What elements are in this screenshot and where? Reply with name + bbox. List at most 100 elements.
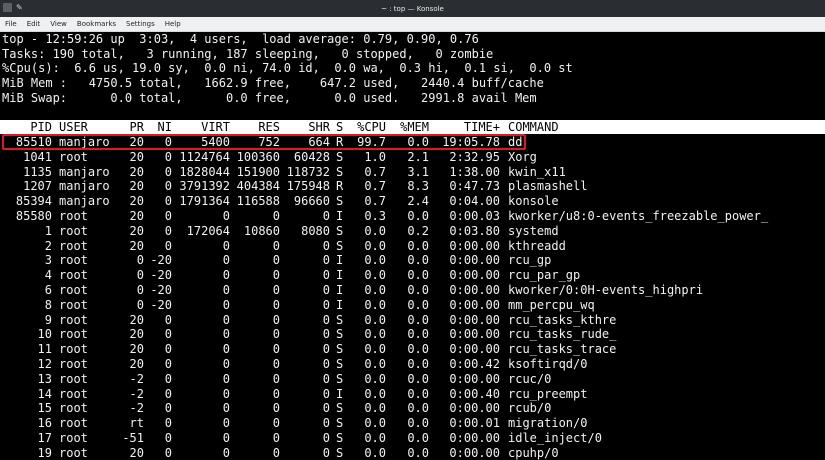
cell-pid: 1135 — [23, 164, 52, 179]
cell-command: rcuc/0 — [508, 371, 552, 386]
cell-user: root — [59, 297, 88, 312]
cell-pr: 20 — [129, 209, 144, 223]
cell-user: root — [59, 445, 88, 460]
cell-state: S — [336, 194, 344, 209]
cell-pr: 20 — [129, 357, 144, 371]
cell-command: kwin_x11 — [508, 164, 566, 179]
cell-command: rcu_tasks_rude_ — [508, 327, 617, 342]
cell-time: 0:00.00 — [449, 327, 500, 342]
cell-cpu: 0.0 — [364, 416, 386, 431]
cell-mem: 0.0 — [407, 209, 429, 223]
cell-cpu: 0.0 — [364, 431, 386, 445]
cell-res: 0 — [272, 209, 280, 223]
cell-shr: 175948 — [286, 179, 330, 194]
cell-command: plasmashell — [508, 179, 588, 194]
process-row: 9 root 20 0 0 0 0 S 0.0 0.0 0:00.00 rcu_tasks_kthre — [0, 313, 825, 327]
cell-cpu: 0.0 — [364, 283, 386, 297]
cell-virt: 0 — [222, 297, 230, 312]
process-row: 85394 manjaro 20 0 1791364 116588 96660 S 0.7 2.4… — [0, 194, 825, 208]
cell-res: 0 — [272, 297, 280, 312]
cell-mem: 0.0 — [407, 327, 429, 342]
cell-virt: 0 — [222, 357, 230, 371]
cell-pr: 20 — [129, 327, 144, 342]
cell-virt: 3791392 — [179, 179, 230, 194]
cell-command: ksoftirqd/0 — [508, 357, 588, 371]
cell-state: S — [336, 431, 344, 445]
cell-shr: 0 — [322, 357, 330, 371]
cell-state: S — [336, 416, 344, 431]
cell-pr: 20 — [129, 164, 144, 179]
cell-user: root — [59, 342, 88, 357]
cell-virt: 1124764 — [179, 149, 230, 164]
cell-pid: 15 — [37, 401, 52, 416]
cell-virt: 172064 — [186, 223, 230, 238]
cell-command: kworker/0:0H-events_highpri — [508, 283, 704, 297]
cell-command: Xorg — [508, 149, 537, 164]
cell-pr: 20 — [129, 179, 144, 194]
cell-mem: 8.3 — [407, 179, 429, 194]
cell-res: 0 — [272, 401, 280, 416]
menu-view[interactable]: View — [45, 20, 72, 28]
cell-virt: 0 — [222, 268, 230, 283]
menu-bookmarks[interactable]: Bookmarks — [72, 20, 121, 28]
cell-pid: 1207 — [23, 179, 52, 194]
cell-mem: 0.0 — [407, 431, 429, 445]
cell-state: I — [336, 283, 344, 297]
cell-state: I — [336, 253, 344, 268]
process-row: 2 root 20 0 0 0 0 S 0.0 0.0 0:00.00 kthreadd — [0, 239, 825, 253]
cell-mem: 0.0 — [407, 297, 429, 312]
cell-virt: 0 — [222, 312, 230, 327]
process-row: 4 root 0 -20 0 0 0 I 0.0 0.0 0:00.00 rcu_par_gp — [0, 268, 825, 282]
cell-pid: 9 — [44, 312, 52, 327]
cell-virt: 0 — [222, 386, 230, 401]
cell-virt: 0 — [222, 401, 230, 416]
cell-res: 0 — [272, 386, 280, 401]
cell-pr: -2 — [129, 386, 144, 401]
process-row: 15 root -2 0 0 0 0 S 0.0 0.0 0:00.00 rcub/0 — [0, 401, 825, 415]
cell-command: kthreadd — [508, 238, 566, 253]
cell-cpu: 0.7 — [364, 194, 386, 209]
cell-pr: 0 — [136, 253, 144, 268]
cell-mem: 0.0 — [407, 283, 429, 297]
cell-user: manjaro — [59, 194, 110, 209]
cell-time: 0:47.73 — [449, 179, 500, 194]
cell-pid: 1 — [44, 223, 52, 238]
cell-shr: 0 — [322, 371, 330, 386]
menu-settings[interactable]: Settings — [121, 20, 160, 28]
cell-command: rcu_par_gp — [508, 268, 581, 283]
cell-time: 0:00.00 — [449, 371, 500, 386]
cell-pr: 20 — [129, 312, 144, 327]
cell-state: R — [336, 179, 344, 194]
cell-shr: 8080 — [301, 223, 330, 238]
cell-user: root — [59, 149, 88, 164]
cell-pid: 16 — [37, 416, 52, 431]
menu-help[interactable]: Help — [160, 20, 186, 28]
konsole-app-icon[interactable] — [3, 3, 12, 12]
cell-shr: 0 — [322, 268, 330, 283]
cell-cpu: 0.0 — [364, 386, 386, 401]
cell-pid: 17 — [37, 431, 52, 445]
process-row: 1041 root 20 0 1124764 100360 60428 S 1.0 2.1 2:32… — [0, 150, 825, 164]
cell-shr: 0 — [322, 209, 330, 223]
pin-icon[interactable]: ✎ — [16, 3, 23, 12]
cell-res: 0 — [272, 312, 280, 327]
cell-shr: 0 — [322, 431, 330, 445]
menu-file[interactable]: File — [0, 20, 22, 28]
cell-ni: 0 — [164, 357, 172, 371]
cell-res: 100360 — [236, 149, 280, 164]
cell-res: 0 — [272, 431, 280, 445]
cell-res: 0 — [272, 342, 280, 357]
cell-pid: 3 — [44, 253, 52, 268]
process-row: 1135 manjaro 20 0 1828044 151900 118732 S 0.7 3.1… — [0, 165, 825, 179]
cell-res: 0 — [272, 253, 280, 268]
cell-pr: rt — [129, 416, 144, 431]
terminal-area[interactable]: top - 12:59:26 up 3:03, 4 users, load av… — [0, 32, 825, 460]
menu-edit[interactable]: Edit — [22, 20, 46, 28]
header-pid: PID — [30, 120, 52, 134]
cell-cpu: 0.0 — [364, 357, 386, 371]
cell-user: manjaro — [59, 179, 110, 194]
cell-pid: 19 — [37, 445, 52, 460]
cell-cpu: 0.0 — [364, 445, 386, 460]
header-command: COMMAND — [508, 120, 559, 134]
cell-cpu: 0.0 — [364, 223, 386, 238]
